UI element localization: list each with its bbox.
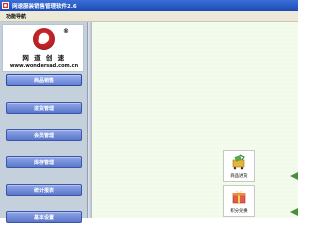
brand-logo: e ® 网 道 创 速 www.wondersad.com.cn xyxy=(2,24,84,72)
app-icon xyxy=(2,2,9,9)
sidebar-item-settings[interactable]: 基本设置 xyxy=(6,211,82,223)
registered-mark: ® xyxy=(63,28,69,35)
main-area: 商品进货 积分兑换 xyxy=(92,22,298,218)
sidebar-item-members[interactable]: 会员管理 xyxy=(6,129,82,141)
window-title: 网速服装销售管理软件2.6 xyxy=(12,3,77,10)
shopping-cart-icon xyxy=(231,154,247,170)
sidebar-item-inventory[interactable]: 库存管理 xyxy=(6,156,82,168)
logo-mark-letter: e xyxy=(38,29,49,48)
sidebar-item-sales[interactable]: 商品销售 xyxy=(6,74,82,86)
logo-url: www.wondersad.com.cn xyxy=(9,63,79,69)
background-pattern xyxy=(92,22,298,218)
menu-bar: 功能导航 xyxy=(0,11,298,22)
sidebar-item-purchase[interactable]: 进货管理 xyxy=(6,102,82,114)
tile-label: 积分兑换 xyxy=(230,209,248,214)
tile-points-exchange[interactable]: 积分兑换 xyxy=(223,185,255,217)
sidebar: e ® 网 道 创 速 www.wondersad.com.cn 商品销售 进货… xyxy=(0,22,88,223)
menu-item-function-nav[interactable]: 功能导航 xyxy=(6,13,26,20)
tile-label: 商品进货 xyxy=(230,174,248,179)
panel-arrow-icon xyxy=(290,208,298,216)
logo-brand-text: 网 道 创 速 xyxy=(22,54,66,62)
gift-icon xyxy=(231,189,247,205)
panel-arrow-icon xyxy=(290,172,298,180)
title-bar: 网速服装销售管理软件2.6 xyxy=(0,0,298,11)
sidebar-item-reports[interactable]: 统计报表 xyxy=(6,184,82,196)
tile-stock-purchase[interactable]: 商品进货 xyxy=(223,150,255,182)
